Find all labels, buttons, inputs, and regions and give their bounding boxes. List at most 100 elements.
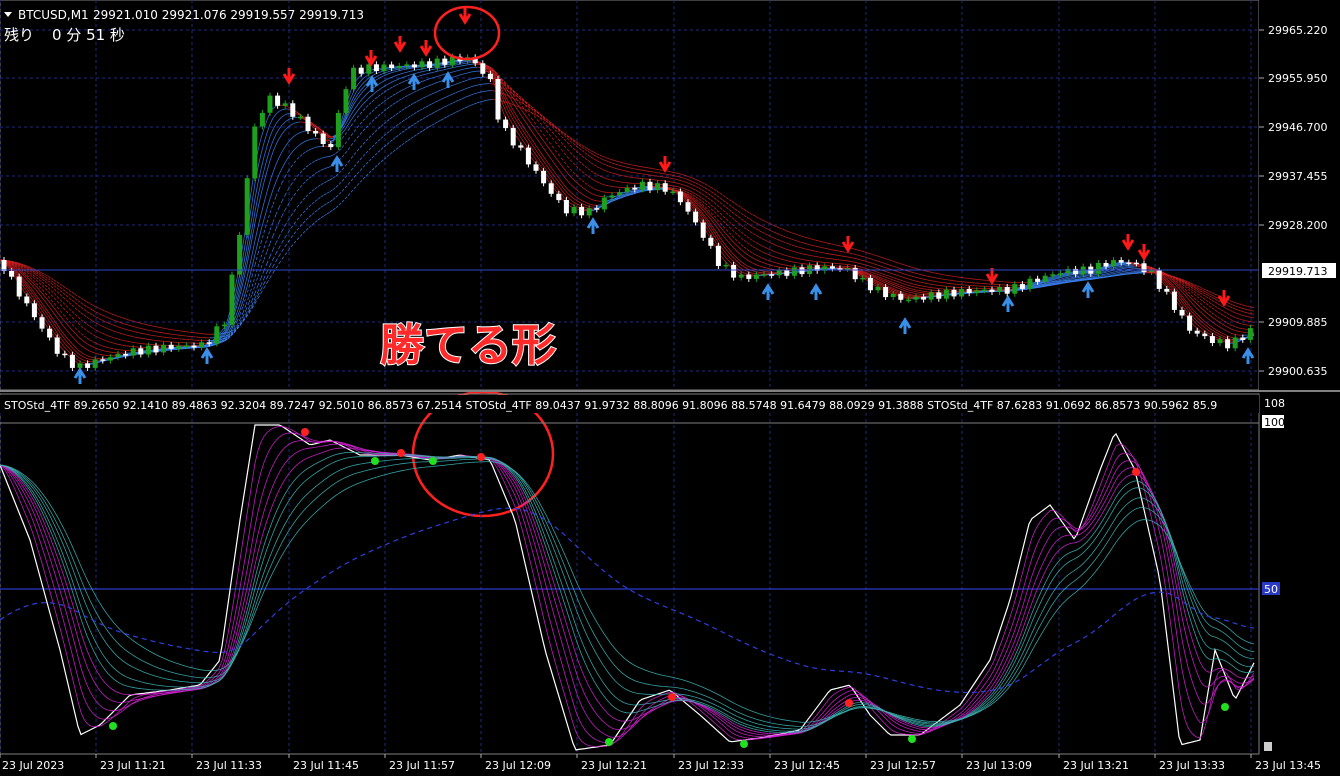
ribbon-segment	[668, 184, 673, 187]
ribbon-segment	[794, 262, 799, 264]
ribbon-segment	[1229, 340, 1234, 342]
ribbon-segment	[479, 83, 484, 85]
ribbon-segment	[140, 337, 145, 340]
ribbon-segment	[848, 264, 853, 266]
ribbon-segment	[407, 67, 412, 70]
ribbon-segment	[461, 64, 466, 67]
ribbon-segment	[797, 262, 802, 264]
ribbon-segment	[446, 62, 451, 64]
ribbon-segment	[635, 190, 640, 192]
ribbon-segment	[1085, 276, 1090, 279]
ribbon-segment	[1250, 321, 1255, 323]
ribbon-segment	[134, 342, 139, 344]
ribbon-segment	[1118, 267, 1123, 269]
ribbon-segment	[1091, 275, 1096, 278]
ribbon-segment	[1235, 334, 1240, 336]
ribbon-segment	[1121, 266, 1126, 268]
ribbon-segment	[830, 253, 835, 256]
ribbon-segment	[1124, 272, 1129, 274]
ribbon-segment	[620, 181, 625, 183]
ribbon-segment	[602, 191, 607, 193]
ribbon-segment	[1124, 270, 1129, 272]
ribbon-segment	[626, 176, 631, 178]
ribbon-segment	[1115, 273, 1120, 275]
ribbon-segment	[431, 66, 436, 68]
ribbon-segment	[635, 172, 640, 174]
ribbon-segment	[89, 359, 94, 361]
ribbon-segment	[137, 337, 142, 339]
chart-background	[0, 0, 1340, 776]
ribbon-segment	[461, 63, 466, 65]
ribbon-segment	[143, 338, 148, 340]
ribbon-segment	[671, 187, 676, 189]
ribbon-segment	[629, 176, 634, 178]
ribbon-segment	[455, 61, 460, 63]
ribbon-segment	[422, 67, 427, 70]
ribbon-segment	[455, 62, 460, 64]
ribbon-segment	[1079, 275, 1084, 277]
ribbon-segment	[815, 256, 820, 258]
ribbon-segment	[632, 172, 637, 174]
ribbon-segment	[470, 71, 475, 73]
ribbon-segment	[107, 351, 112, 353]
ribbon-segment	[821, 257, 826, 259]
ribbon-segment	[935, 281, 940, 283]
ribbon-segment	[908, 295, 913, 297]
ribbon-segment	[446, 63, 451, 66]
ribbon-segment	[611, 186, 616, 188]
ribbon-segment	[617, 181, 622, 183]
ribbon-segment	[1076, 276, 1081, 279]
ribbon-segment	[146, 338, 151, 341]
ribbon-segment	[125, 355, 130, 357]
ribbon-segment	[923, 286, 928, 288]
ribbon-segment	[803, 259, 808, 261]
mt4-chart-window[interactable]: BTCUSD,M1 29921.010 29921.076 29919.557 …	[0, 0, 1340, 776]
ribbon-segment	[821, 252, 826, 254]
ribbon-segment	[1058, 282, 1063, 285]
ribbon-segment	[1043, 285, 1048, 287]
ribbon-segment	[122, 344, 127, 347]
ribbon-segment	[158, 336, 163, 338]
ribbon-segment	[152, 335, 157, 337]
ribbon-segment	[785, 264, 790, 267]
ribbon-segment	[908, 296, 913, 298]
ribbon-segment	[671, 185, 676, 187]
ribbon-segment	[833, 254, 838, 256]
ribbon-segment	[1121, 267, 1126, 270]
ribbon-segment	[818, 256, 823, 258]
ribbon-segment	[911, 294, 916, 296]
ribbon-segment	[113, 348, 118, 350]
ribbon-segment	[1094, 276, 1099, 278]
ribbon-segment	[1238, 331, 1243, 333]
ribbon-segment	[629, 171, 634, 173]
ribbon-segment	[827, 253, 832, 255]
ribbon-segment	[452, 64, 457, 66]
ribbon-segment	[1091, 276, 1096, 279]
ribbon-segment	[917, 290, 922, 292]
ribbon-segment	[1247, 320, 1252, 323]
ribbon-segment	[923, 288, 928, 290]
ribbon-segment	[209, 344, 214, 346]
ribbon-segment	[644, 190, 649, 192]
ribbon-segment	[608, 185, 613, 187]
ribbon-segment	[455, 64, 460, 66]
ribbon-segment	[1079, 277, 1084, 280]
ribbon-segment	[929, 280, 934, 282]
ribbon-segment	[1244, 324, 1249, 326]
ribbon-segment	[929, 283, 934, 285]
ribbon-segment	[1121, 265, 1126, 267]
ribbon-segment	[1088, 276, 1093, 278]
ribbon-segment	[653, 175, 658, 177]
ribbon-segment	[401, 67, 406, 69]
ribbon-segment	[929, 287, 934, 289]
ribbon-segment	[1127, 268, 1132, 270]
ribbon-segment	[392, 67, 397, 70]
ribbon-segment	[440, 64, 445, 67]
ribbon-segment	[1124, 266, 1129, 268]
ribbon-segment	[1250, 317, 1255, 319]
ribbon-segment	[1124, 267, 1129, 269]
ribbon-segment	[779, 266, 784, 269]
ribbon-segment	[788, 265, 793, 267]
ribbon-segment	[1121, 270, 1126, 273]
ribbon-segment	[83, 362, 88, 364]
